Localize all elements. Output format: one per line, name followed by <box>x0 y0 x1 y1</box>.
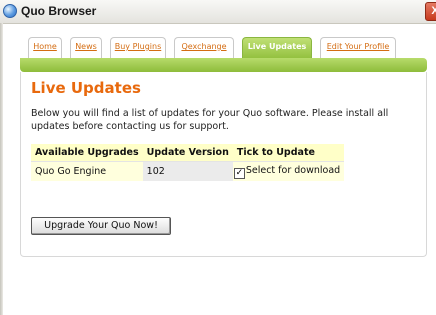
tab-home[interactable]: Home <box>28 37 62 58</box>
live-updates-panel: Live Updates Below you will find a list … <box>20 72 427 257</box>
table-row: Quo Go Engine 102 ✓ Select for download <box>31 161 345 181</box>
tab-edit-your-profile[interactable]: Edit Your Profile <box>320 37 396 58</box>
select-for-download-label[interactable]: Select for download <box>246 165 340 176</box>
tab-underline-bar <box>20 58 427 72</box>
upgrade-name-cell: Quo Go Engine <box>31 161 143 181</box>
app-icon <box>3 4 17 18</box>
column-header-tick-to-update: Tick to Update <box>232 144 345 162</box>
page-title: Live Updates <box>31 79 141 97</box>
browser-content: Home News Buy Plugins Qexchange Live Upd… <box>3 24 436 315</box>
upgrade-now-button[interactable]: Upgrade Your Quo Now! <box>31 217 171 235</box>
window-titlebar[interactable]: Quo Browser X <box>0 0 436 24</box>
column-header-update-version: Update Version <box>142 144 233 162</box>
tab-buy-plugins[interactable]: Buy Plugins <box>110 37 166 58</box>
table-header-row: Available Upgrades Update Version Tick t… <box>31 144 345 162</box>
tab-live-updates[interactable]: Live Updates <box>242 37 312 60</box>
select-for-download-checkbox[interactable]: ✓ <box>233 167 245 179</box>
update-version-cell: 102 <box>142 161 233 181</box>
page-description: Below you will find a list of updates fo… <box>31 108 389 132</box>
close-button[interactable]: X <box>425 2 436 21</box>
window-title: Quo Browser <box>21 4 97 18</box>
column-header-available-upgrades: Available Upgrades <box>31 144 143 162</box>
tick-to-update-cell: ✓ Select for download <box>232 161 345 181</box>
tab-qexchange[interactable]: Qexchange <box>174 37 234 58</box>
tab-news[interactable]: News <box>70 37 102 58</box>
updates-table: Available Upgrades Update Version Tick t… <box>31 144 345 181</box>
